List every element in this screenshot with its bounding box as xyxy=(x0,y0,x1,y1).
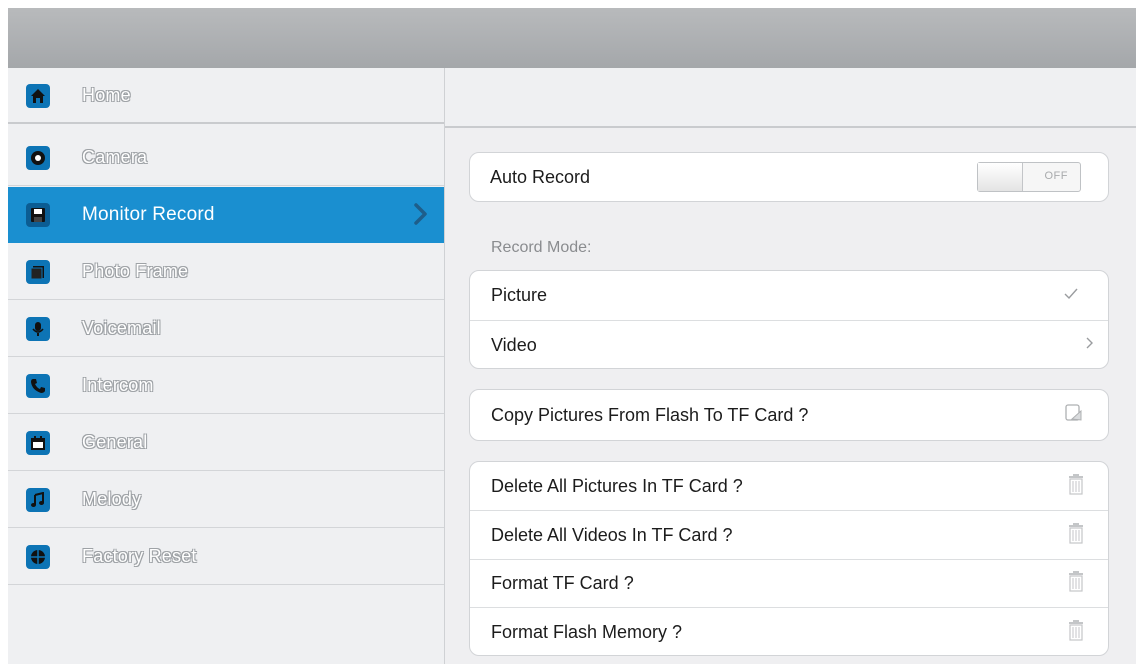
copy-pictures-label: Copy Pictures From Flash To TF Card ? xyxy=(491,404,809,425)
copy-action-group: Copy Pictures From Flash To TF Card ? xyxy=(469,389,1109,441)
sidebar-item-label: Intercom xyxy=(82,375,154,395)
app-window: Home Camera Monitor Record Photo Frame V… xyxy=(8,8,1136,664)
sidebar-item-label: Camera xyxy=(82,147,148,167)
sidebar-item-label: Voicemail xyxy=(82,318,161,338)
delete-pictures-label: Delete All Pictures In TF Card ? xyxy=(491,475,743,496)
title-bar xyxy=(8,8,1136,68)
record-mode-video[interactable]: Video xyxy=(470,321,1108,368)
panel-header xyxy=(445,68,1136,128)
home-icon xyxy=(26,84,50,108)
record-mode-label: Record Mode: xyxy=(491,239,592,256)
sidebar-item-melody[interactable]: Melody xyxy=(8,472,444,528)
auto-record-toggle[interactable]: OFF xyxy=(977,162,1081,192)
checkmark-icon xyxy=(1064,287,1078,305)
camera-icon xyxy=(26,146,50,170)
chevron-right-icon xyxy=(414,203,428,230)
sidebar-item-photo-frame[interactable]: Photo Frame xyxy=(8,244,444,300)
format-flash-memory-label: Format Flash Memory ? xyxy=(491,621,683,642)
auto-record-group: Auto Record OFF xyxy=(469,152,1109,202)
trash-icon[interactable] xyxy=(1068,619,1084,646)
format-tf-card-row[interactable]: Format TF Card ? xyxy=(470,560,1108,608)
sidebar-item-voicemail[interactable]: Voicemail xyxy=(8,301,444,357)
delete-pictures-row[interactable]: Delete All Pictures In TF Card ? xyxy=(470,462,1108,511)
sidebar-item-intercom[interactable]: Intercom xyxy=(8,358,444,414)
sidebar-item-general[interactable]: General xyxy=(8,415,444,471)
calendar-icon xyxy=(26,431,50,455)
record-mode-option-label: Video xyxy=(491,334,537,355)
settings-panel: Auto Record OFF Record Mode: Picture Vid… xyxy=(445,68,1136,664)
sidebar-item-label: Monitor Record xyxy=(82,204,215,225)
trash-icon[interactable] xyxy=(1068,522,1084,549)
record-mode-option-label: Picture xyxy=(491,285,548,305)
reset-icon xyxy=(26,545,50,569)
sidebar: Home Camera Monitor Record Photo Frame V… xyxy=(8,68,445,664)
sidebar-item-monitor-record[interactable]: Monitor Record xyxy=(8,187,444,243)
record-mode-picture[interactable]: Picture xyxy=(470,271,1108,321)
chevron-right-icon xyxy=(1086,336,1094,354)
record-mode-group: Picture Video xyxy=(469,270,1109,369)
delete-actions-group: Delete All Pictures In TF Card ? Delete … xyxy=(469,461,1109,656)
toggle-state-label: OFF xyxy=(1044,170,1068,182)
sidebar-item-label: Photo Frame xyxy=(82,261,189,281)
music-note-icon xyxy=(26,488,50,512)
format-tf-card-label: Format TF Card ? xyxy=(491,573,634,593)
toggle-knob[interactable] xyxy=(978,163,1023,191)
sidebar-item-factory-reset[interactable]: Factory Reset xyxy=(8,529,444,585)
sidebar-item-camera[interactable]: Camera xyxy=(8,130,444,186)
trash-icon[interactable] xyxy=(1068,473,1084,500)
delete-videos-row[interactable]: Delete All Videos In TF Card ? xyxy=(470,511,1108,560)
phone-icon xyxy=(26,374,50,398)
auto-record-row: Auto Record OFF xyxy=(470,153,1108,201)
auto-record-label: Auto Record xyxy=(490,166,591,187)
copy-pictures-row[interactable]: Copy Pictures From Flash To TF Card ? xyxy=(470,390,1108,440)
sidebar-item-home[interactable]: Home xyxy=(8,68,444,124)
sidebar-item-label: General xyxy=(82,432,148,452)
sidebar-item-label: Melody xyxy=(82,489,142,509)
photo-frame-icon xyxy=(26,260,50,284)
trash-icon[interactable] xyxy=(1068,570,1084,597)
format-flash-memory-row[interactable]: Format Flash Memory ? xyxy=(470,608,1108,655)
microphone-icon xyxy=(26,317,50,341)
sidebar-item-label: Factory Reset xyxy=(82,546,197,566)
copy-icon xyxy=(1064,403,1084,428)
delete-videos-label: Delete All Videos In TF Card ? xyxy=(491,524,733,545)
sidebar-item-label: Home xyxy=(82,84,131,105)
floppy-disk-icon xyxy=(26,203,50,227)
